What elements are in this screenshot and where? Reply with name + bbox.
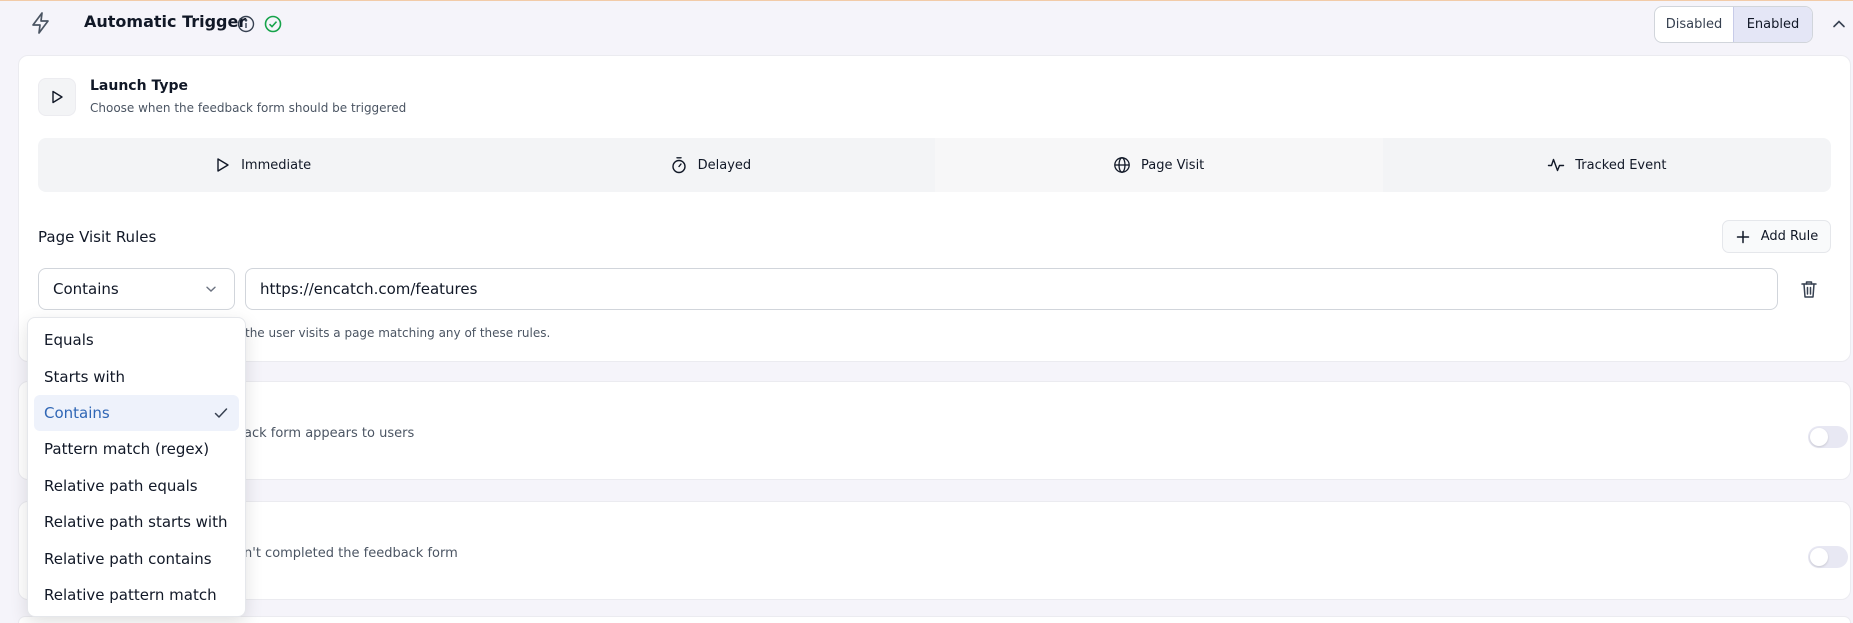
chevron-down-icon — [206, 286, 216, 292]
launch-type-icon-box — [38, 78, 76, 116]
operator-dropdown-menu: Equals Starts with Contains Pattern matc… — [27, 317, 246, 617]
lightning-icon — [32, 12, 49, 34]
launch-type-tabs: Immediate Delayed Page Visit Tracked Eve… — [38, 138, 1831, 192]
dropdown-option-starts-with[interactable]: Starts with — [34, 358, 239, 394]
info-icon[interactable] — [236, 14, 256, 34]
rule-operator-select[interactable]: Contains — [38, 268, 235, 310]
option-label: Relative path starts with — [44, 513, 228, 532]
globe-icon — [1114, 157, 1130, 173]
select-value: Contains — [53, 280, 119, 298]
tab-immediate[interactable]: Immediate — [38, 138, 486, 192]
disabled-button[interactable]: Disabled — [1655, 7, 1733, 42]
activity-icon — [1548, 158, 1565, 172]
launch-type-subtitle: Choose when the feedback form should be … — [90, 101, 407, 115]
play-icon — [217, 158, 229, 172]
dropdown-option-relative-path-starts-with[interactable]: Relative path starts with — [34, 504, 239, 540]
settings-card-subtitle: ack form appears to users — [244, 426, 415, 441]
option-label: Equals — [44, 331, 94, 350]
launch-type-title: Launch Type — [90, 78, 188, 94]
dropdown-option-relative-pattern-match[interactable]: Relative pattern match — [34, 577, 239, 613]
rule-url-input[interactable] — [245, 268, 1778, 310]
option-label: Contains — [44, 403, 110, 422]
tab-page-visit[interactable]: Page Visit — [934, 138, 1383, 192]
tab-label: Delayed — [697, 157, 752, 173]
chevron-up-icon[interactable] — [1830, 15, 1848, 33]
enabled-button[interactable]: Enabled — [1733, 7, 1812, 42]
option-label: Relative pattern match — [44, 585, 217, 604]
settings-toggle[interactable] — [1808, 546, 1848, 568]
trash-icon[interactable] — [1798, 278, 1820, 300]
check-circle-icon — [264, 15, 282, 33]
stopwatch-icon — [671, 157, 686, 174]
dropdown-option-equals[interactable]: Equals — [34, 322, 239, 358]
dropdown-option-relative-path-contains[interactable]: Relative path contains — [34, 540, 239, 576]
checkmark-icon — [214, 408, 228, 418]
tab-tracked-event[interactable]: Tracked Event — [1383, 138, 1831, 192]
enabled-segmented-control: Disabled Enabled — [1654, 6, 1813, 43]
add-rule-label: Add Rule — [1760, 229, 1819, 244]
settings-card-subtitle: n't completed the feedback form — [244, 546, 458, 561]
dropdown-option-contains[interactable]: Contains — [34, 394, 239, 432]
tab-label: Immediate — [241, 157, 312, 173]
dropdown-option-relative-path-equals[interactable]: Relative path equals — [34, 468, 239, 504]
page-visit-rules-title: Page Visit Rules — [38, 228, 157, 246]
tab-delayed[interactable]: Delayed — [486, 138, 934, 192]
page-title: Automatic Trigger — [84, 12, 247, 31]
tab-label: Page Visit — [1140, 157, 1205, 173]
play-icon — [52, 90, 63, 104]
settings-toggle[interactable] — [1808, 426, 1848, 448]
rules-helper-text: the user visits a page matching any of t… — [245, 326, 551, 340]
plus-icon — [1736, 230, 1749, 243]
option-label: Relative path contains — [44, 549, 212, 568]
option-label: Relative path equals — [44, 476, 198, 495]
dropdown-option-pattern-match[interactable]: Pattern match (regex) — [34, 431, 239, 467]
option-label: Starts with — [44, 367, 126, 386]
option-label: Pattern match (regex) — [44, 440, 210, 459]
tab-label: Tracked Event — [1575, 157, 1667, 173]
add-rule-button[interactable]: Add Rule — [1722, 220, 1831, 253]
trigger-header: Automatic Trigger Disabled Enabled — [0, 1, 1853, 47]
next-card-edge — [18, 616, 1851, 623]
